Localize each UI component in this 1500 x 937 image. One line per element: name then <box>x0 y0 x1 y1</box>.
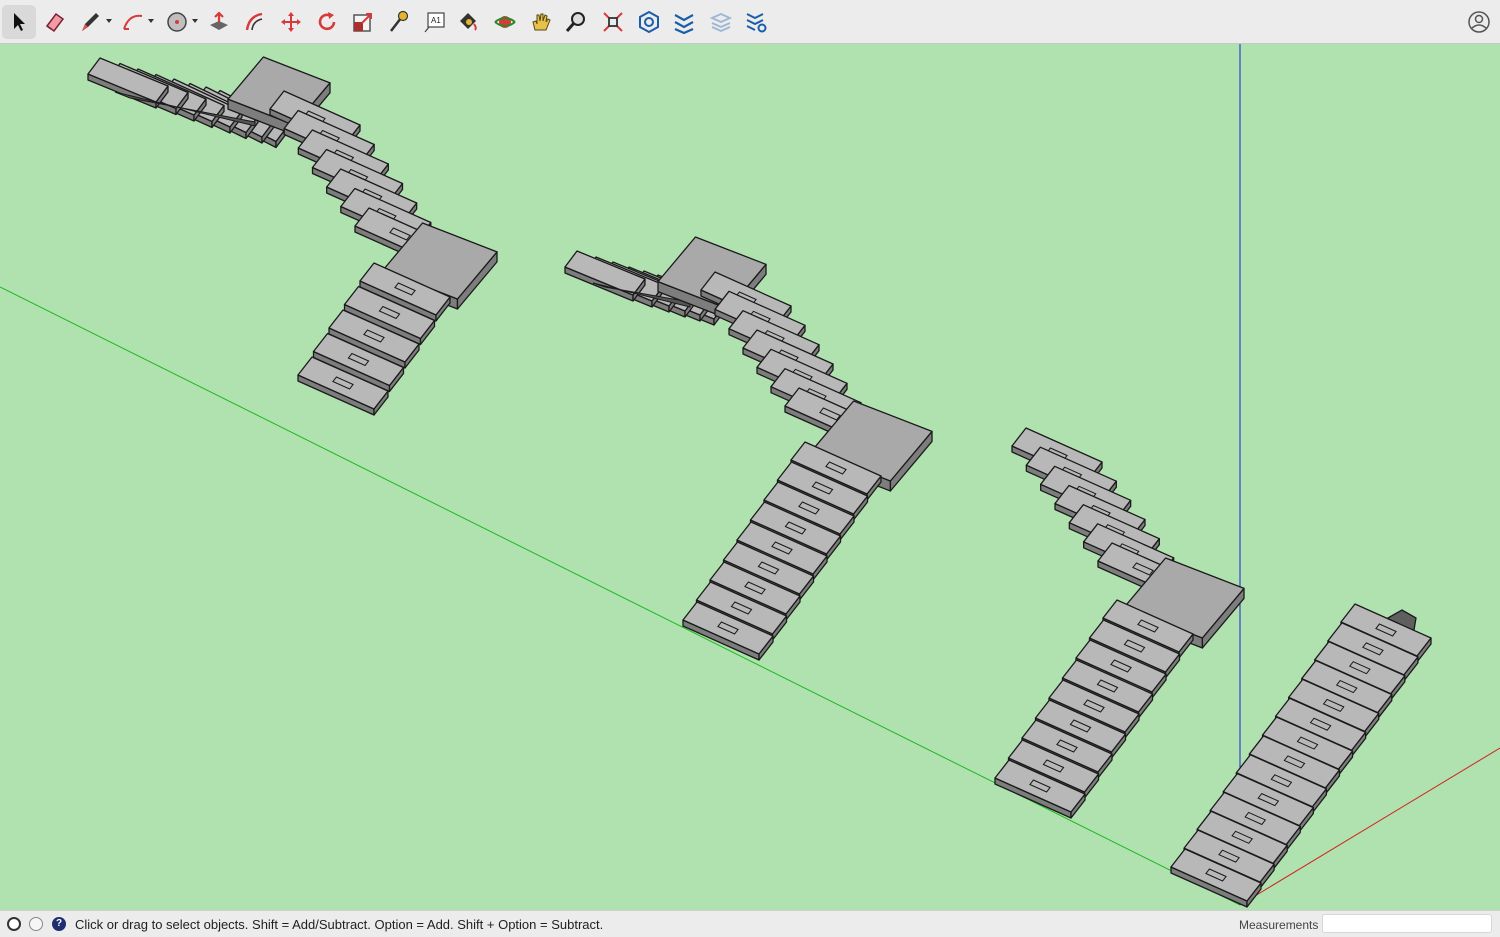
extension-manager-tool-button[interactable] <box>739 5 773 39</box>
push-pull-tool-button[interactable] <box>202 5 236 39</box>
offset-tool-button[interactable] <box>238 5 272 39</box>
eraser-icon <box>45 12 65 33</box>
arc-tool-button[interactable] <box>116 5 150 39</box>
geo-location-icon[interactable] <box>7 917 21 931</box>
chevron-down-icon[interactable] <box>192 19 198 23</box>
credits-icon[interactable] <box>29 917 43 931</box>
hand-icon <box>532 13 551 31</box>
rotate-icon <box>318 12 336 31</box>
line-tool-button[interactable] <box>74 5 108 39</box>
zoom-extents-icon <box>603 12 623 32</box>
scale-icon <box>353 13 372 32</box>
pencil-icon <box>82 13 99 31</box>
move-arrows-icon <box>281 12 301 32</box>
layout-tool-button[interactable] <box>704 5 738 39</box>
svg-text:A1: A1 <box>431 16 441 25</box>
arrow-cursor-icon <box>14 13 25 31</box>
model-viewport[interactable] <box>0 44 1500 910</box>
account-button[interactable] <box>1462 5 1496 39</box>
orbit-tool-button[interactable] <box>488 5 522 39</box>
account-icon <box>1468 11 1490 33</box>
layers-icon <box>709 13 733 32</box>
move-tool-button[interactable] <box>274 5 308 39</box>
measurements-label: Measurements <box>1239 918 1319 932</box>
main-toolbar: A1 <box>0 0 1500 44</box>
warehouse-icon <box>639 10 659 34</box>
text-icon: A1 <box>424 12 445 33</box>
tape-measure-tool-button[interactable] <box>382 5 416 39</box>
push-pull-icon <box>210 11 228 30</box>
stairs-model[interactable] <box>0 44 1500 910</box>
rotate-tool-button[interactable] <box>310 5 344 39</box>
shape-tool-button[interactable] <box>160 5 194 39</box>
stair1-winder-tread[interactable] <box>87 57 169 109</box>
status-bar: ? Click or drag to select objects. Shift… <box>0 910 1500 937</box>
pan-tool-button[interactable] <box>524 5 558 39</box>
extension-manager-icon <box>746 13 767 33</box>
status-message: Click or drag to select objects. Shift =… <box>75 917 604 932</box>
orbit-icon <box>494 16 516 28</box>
chevron-down-icon[interactable] <box>106 19 112 23</box>
scale-tool-button[interactable] <box>346 5 380 39</box>
tape-measure-icon <box>390 10 409 32</box>
arc-icon <box>123 14 143 30</box>
eraser-tool-button[interactable] <box>38 5 72 39</box>
offset-icon <box>245 12 263 31</box>
zoom-extents-tool-button[interactable] <box>596 5 630 39</box>
help-icon[interactable]: ? <box>52 917 66 931</box>
zoom-tool-button[interactable] <box>559 5 593 39</box>
measurements-input[interactable] <box>1322 914 1492 933</box>
green-axis <box>0 286 1241 906</box>
extension-warehouse-tool-button[interactable] <box>667 5 701 39</box>
circle-icon <box>167 12 187 32</box>
text-tool-button[interactable]: A1 <box>418 5 452 39</box>
chevron-down-icon[interactable] <box>148 19 154 23</box>
magnifier-icon <box>565 12 585 32</box>
paint-bucket-tool-button[interactable] <box>451 5 485 39</box>
3d-warehouse-tool-button[interactable] <box>632 5 666 39</box>
paint-bucket-icon <box>460 13 477 31</box>
select-tool-button[interactable] <box>2 5 36 39</box>
extension-warehouse-icon <box>674 14 694 34</box>
stair2-winder-tread[interactable] <box>564 250 646 302</box>
